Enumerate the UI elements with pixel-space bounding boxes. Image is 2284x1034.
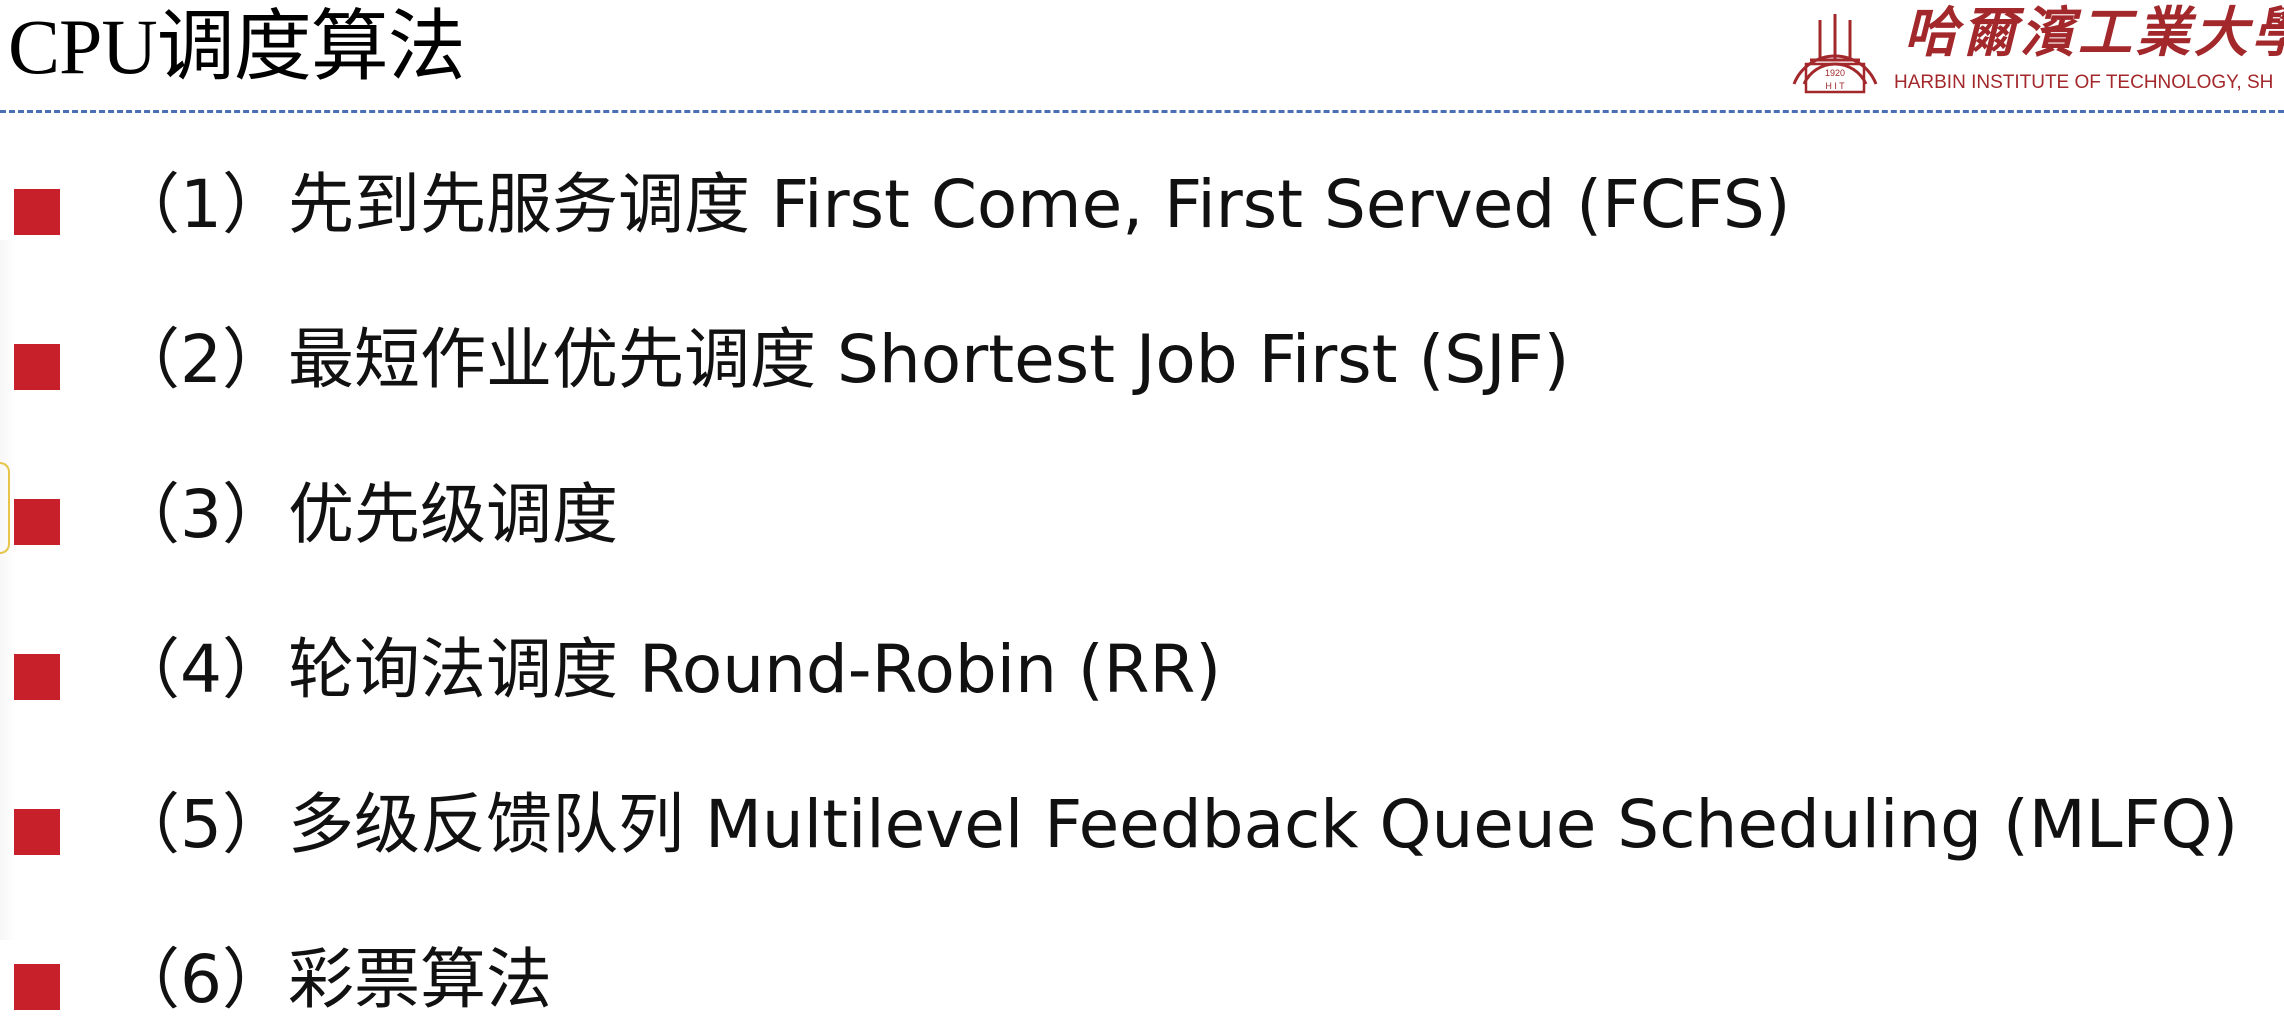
list-item: （4）轮询法调度 Round-Robin (RR) xyxy=(0,605,2284,760)
list-item-text: （6）彩票算法 xyxy=(114,941,552,1018)
list-item-text: （5）多级反馈队列 Multilevel Feedback Queue Sche… xyxy=(114,786,2239,863)
logo-english-name: HARBIN INSTITUTE OF TECHNOLOGY, SH xyxy=(1894,72,2274,93)
square-bullet-icon xyxy=(14,964,60,1010)
list-item-text: （3）优先级调度 xyxy=(114,476,618,553)
seal-letters: H I T xyxy=(1825,81,1845,91)
list-item: （1）先到先服务调度 First Come, First Served (FCF… xyxy=(0,140,2284,295)
list-item-text: （1）先到先服务调度 First Come, First Served (FCF… xyxy=(114,166,1791,243)
seal-year: 1920 xyxy=(1825,68,1845,78)
list-item-text: （4）轮询法调度 Round-Robin (RR) xyxy=(114,631,1222,708)
square-bullet-icon xyxy=(14,499,60,545)
list-item: （2）最短作业优先调度 Shortest Job First (SJF) xyxy=(0,295,2284,450)
square-bullet-icon xyxy=(14,654,60,700)
slide: CPU调度算法 1920 H I T 哈爾濱工業大學（ HARBIN INSTI… xyxy=(0,0,2284,1034)
title-divider xyxy=(0,110,2284,113)
university-seal-icon: 1920 H I T xyxy=(1792,14,1878,94)
list-item: （5）多级反馈队列 Multilevel Feedback Queue Sche… xyxy=(0,760,2284,915)
list-item-text: （2）最短作业优先调度 Shortest Job First (SJF) xyxy=(114,321,1570,398)
list-item: （3）优先级调度 xyxy=(0,450,2284,605)
university-logo: 1920 H I T 哈爾濱工業大學（ HARBIN INSTITUTE OF … xyxy=(1776,0,2284,100)
algorithm-list: （1）先到先服务调度 First Come, First Served (FCF… xyxy=(0,140,2284,1034)
logo-chinese-name: 哈爾濱工業大學（ xyxy=(1904,0,2284,64)
list-item: （6）彩票算法 xyxy=(0,915,2284,1034)
square-bullet-icon xyxy=(14,344,60,390)
square-bullet-icon xyxy=(14,189,60,235)
slide-title: CPU调度算法 xyxy=(8,3,466,90)
square-bullet-icon xyxy=(14,809,60,855)
